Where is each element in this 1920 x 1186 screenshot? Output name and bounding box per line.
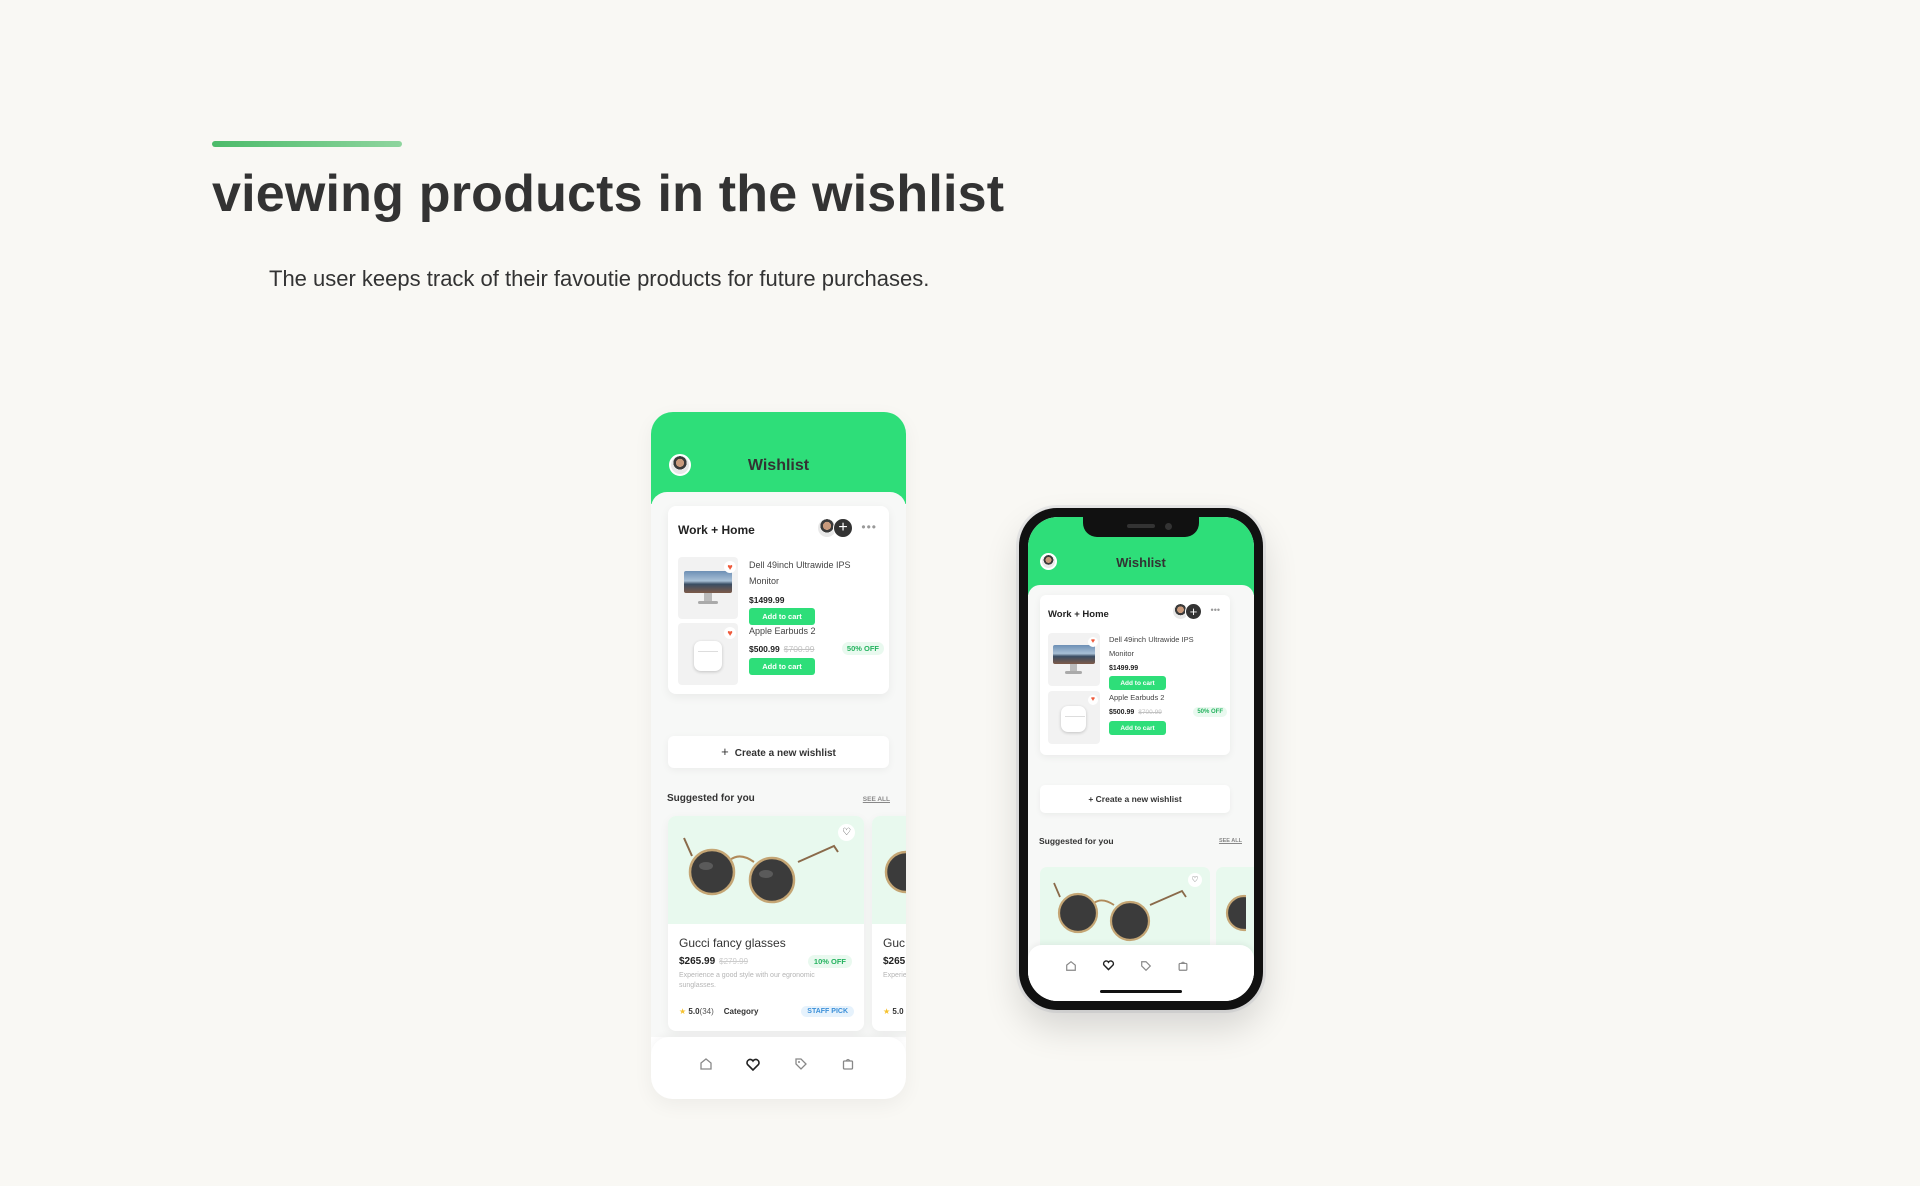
star-icon: ★ [679,1007,687,1016]
app-body: Work + Home + ••• ♥ Dell 49inch Ultrawid… [651,492,906,1037]
heart-icon[interactable] [1102,959,1116,973]
bag-icon[interactable] [838,1057,858,1077]
header-title: Wishlist [1116,555,1166,570]
item-price: $500.99 $700.99 [1109,709,1162,716]
item-name: Apple Earbuds 2 [1109,693,1165,702]
suggested-title: Suggested for you [1039,836,1114,846]
wishlist-item[interactable]: ♥ Dell 49inch Ultrawide IPS Monitor $149… [678,557,878,625]
monitor-thumbnail: ♥ [1048,633,1100,686]
discount-badge: 50% OFF [841,642,884,655]
home-icon[interactable] [696,1057,716,1077]
product-category: Category [723,1007,759,1016]
product-card[interactable] [1216,867,1254,957]
item-price: $1499.99 [749,595,785,605]
wishlist-name: Work + Home [678,523,755,537]
heart-filled-icon[interactable]: ♥ [724,627,736,639]
item-price: $1499.99 [1109,665,1139,672]
create-wishlist-button[interactable]: + Create a new wishlist [668,736,889,768]
product-name: Guc [883,936,906,950]
app-screen-large: Wishlist Work + Home + ••• ♥ Dell 49inch… [651,412,906,1099]
see-all-link[interactable]: SEE ALL [863,796,890,803]
heart-filled-icon[interactable]: ♥ [1088,695,1098,705]
heart-filled-icon[interactable]: ♥ [724,561,736,573]
home-indicator [1100,990,1182,993]
product-price: $265 [883,956,906,967]
app-header: Wishlist [651,412,906,504]
create-wishlist-button[interactable]: + Create a new wishlist [1040,785,1230,813]
tag-icon[interactable] [791,1057,811,1077]
add-collaborator-icon[interactable]: + [1185,603,1202,620]
header-title: Wishlist [747,457,810,474]
product-card[interactable]: ♡ [1040,867,1210,957]
phone-mockup: Wishlist Work + Home + ••• ♥ Dell 49inch… [1019,508,1263,1010]
add-to-cart-button[interactable]: Add to cart [1109,676,1166,690]
item-price: $500.99 $700.99 [749,644,815,654]
monitor-thumbnail: ♥ [678,557,738,619]
app-body: Work + Home + ••• ♥ Dell 49inch Ultrawid… [1028,585,1254,1001]
heart-filled-icon[interactable]: ♥ [1088,637,1098,647]
earbuds-thumbnail: ♥ [678,623,738,685]
staff-pick-badge: STAFF PICK [801,1006,854,1017]
phone-screen: Wishlist Work + Home + ••• ♥ Dell 49inch… [1028,517,1254,1001]
product-description: Experie sungla [883,972,906,979]
wishlist-card[interactable]: Work + Home + ••• ♥ Dell 49inch Ultrawid… [1040,595,1230,755]
page-title: viewing products in the wishlist [212,165,1005,223]
wishlist-name: Work + Home [1048,609,1109,620]
tab-bar [651,1037,906,1099]
collaborator-avatars: + [817,518,853,538]
product-description: Experience a good style with our egronom… [679,972,815,989]
page-subtitle: The user keeps track of their favoutie p… [269,266,930,291]
add-to-cart-button[interactable]: Add to cart [1109,721,1166,735]
tab-bar [1028,945,1254,1001]
sunglasses-image [1225,894,1254,932]
product-price: $265.99 $279.99 [679,956,749,967]
see-all-link[interactable]: SEE ALL [1219,838,1242,844]
discount-badge: 50% OFF [1193,707,1227,717]
wishlist-item[interactable]: ♥ Apple Earbuds 2 $500.99 $700.99 50% OFF… [1048,691,1227,745]
suggested-title: Suggested for you [667,793,755,804]
accent-line [212,141,402,147]
heart-outline-icon[interactable]: ♡ [838,824,855,841]
plus-icon: + [1088,794,1096,804]
heart-outline-icon[interactable]: ♡ [1188,873,1202,887]
item-name: Dell 49inch Ultrawide IPS Monitor [749,560,851,586]
product-rating: ★ 5.0 [883,1007,904,1016]
product-image: ♡ [668,816,864,924]
home-icon[interactable] [1065,959,1079,973]
discount-badge: 10% OFF [807,955,852,968]
product-old-price: $279.99 [719,957,749,966]
star-icon: ★ [883,1007,891,1016]
collaborator-avatars: + [1172,603,1202,620]
sunglasses-image [683,837,839,904]
product-card[interactable]: ♡ Gucci fancy glasses $265.99 $279.99 10%… [668,816,864,1031]
phone-notch [1083,517,1199,537]
product-image [872,816,906,924]
product-rating: ★ 5.0(34) Category [679,1007,759,1016]
item-old-price: $700.99 [1138,709,1162,716]
item-name: Apple Earbuds 2 [749,626,816,636]
more-horizontal-icon[interactable]: ••• [1211,605,1220,615]
sunglasses-image [884,850,906,894]
item-name: Dell 49inch Ultrawide IPS Monitor [1109,635,1194,658]
item-old-price: $700.99 [783,644,815,654]
more-horizontal-icon[interactable]: ••• [861,520,877,534]
earbuds-thumbnail: ♥ [1048,691,1100,744]
wishlist-card[interactable]: Work + Home + ••• ♥ Dell 49inch Ultrawid… [668,506,889,694]
wishlist-item[interactable]: ♥ Dell 49inch Ultrawide IPS Monitor $149… [1048,633,1223,690]
wishlist-item[interactable]: ♥ Apple Earbuds 2 $500.99 $700.99 50% OFF… [678,623,884,687]
product-card[interactable]: Guc $265 Experie sungla ★ 5.0 [872,816,906,1031]
add-collaborator-icon[interactable]: + [833,518,853,538]
tag-icon[interactable] [1140,959,1154,973]
plus-icon: + [721,744,729,759]
heart-icon[interactable] [743,1057,763,1077]
product-name: Gucci fancy glasses [679,936,786,950]
sunglasses-image [1053,882,1187,942]
bag-icon[interactable] [1177,959,1191,973]
add-to-cart-button[interactable]: Add to cart [749,658,815,675]
